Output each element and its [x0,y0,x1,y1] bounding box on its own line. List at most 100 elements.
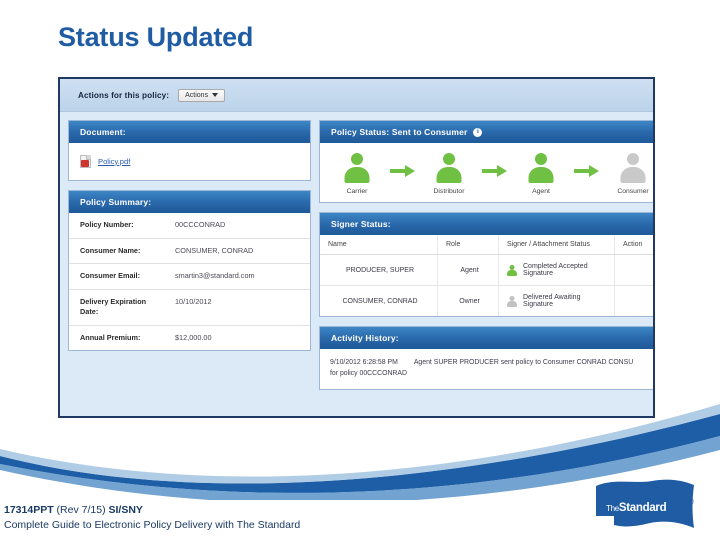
the-standard-logo: TheStandard ® [590,478,698,534]
signer-action[interactable] [614,254,653,286]
person-icon [342,153,372,183]
summary-label: Delivery Expiration Date: [80,296,147,317]
signer-status-panel-header: Signer Status: [320,213,653,235]
summary-value: smartin3@standard.com [175,271,255,281]
table-row: Consumer Email: smartin3@standard.com [69,264,310,290]
arrow-right-icon [390,153,416,183]
column-header-status: Signer / Attachment Status [498,235,615,255]
signer-name: PRODUCER, SUPER [320,254,438,286]
actions-dropdown-label: Actions [185,91,209,99]
footer-subtitle: Complete Guide to Electronic Policy Deli… [4,518,301,531]
activity-entry: 9/10/2012 6:28:58 PM Agent SUPER PRODUCER… [330,357,653,368]
right-column: Policy Status: Sent to Consumer i Carrie… [319,120,654,409]
policy-status-panel: Policy Status: Sent to Consumer i Carrie… [319,120,653,203]
policy-status-panel-header: Policy Status: Sent to Consumer i [320,121,653,143]
activity-text-continued: for policy 00CCCONRAD [330,370,407,378]
document-panel-title: Document: [80,127,126,137]
document-file-link[interactable]: Policy.pdf [98,157,130,166]
summary-value: $12,000.00 [175,332,212,342]
signer-status-panel-body: Name Role Signer / Attachment Status Act… [320,235,654,317]
actions-toolbar-label: Actions for this policy: [78,90,170,100]
signer-status-table: Name Role Signer / Attachment Status Act… [320,235,654,317]
arrow-right-icon [482,153,508,183]
summary-label: Consumer Name: [80,245,141,255]
left-column: Document: Policy.pdf Policy Summary: Pol… [68,120,311,409]
registered-mark: ® [689,500,694,506]
activity-history-panel: Activity History: 9/10/2012 6:28:58 PM Ag… [319,326,653,390]
summary-label: Consumer Email: [80,271,141,281]
summary-label: Annual Premium: [80,332,141,342]
policy-status-flow: Carrier Distributor Agent Consumer [320,143,653,202]
footer: 17314PPT (Rev 7/15) SI/SNY Complete Guid… [4,503,300,533]
info-icon[interactable]: i [473,127,483,137]
signer-status-cell: Completed Accepted Signature [498,254,615,286]
table-row: Policy Number: 00CCCONRAD [69,213,310,239]
footer-states: SI/SNY [108,504,143,516]
flow-node-consumer: Consumer [602,153,653,195]
policy-status-panel-title: Policy Status: Sent to Consumer [331,127,468,137]
signer-status-cell: Delivered Awaiting Signature [498,285,615,316]
arrow-right-icon [574,153,600,183]
policy-summary-panel-header: Policy Summary: [69,191,310,213]
application-screenshot-frame: Actions for this policy: Actions Documen… [58,77,655,418]
policy-status-panel-body: Carrier Distributor Agent Consumer [320,143,653,202]
document-panel-header: Document: [69,121,310,143]
table-row: CONSUMER, CONRAD Owner Delivered Awaitin… [320,285,654,317]
logo-prefix: The [606,504,619,513]
flow-node-carrier: Carrier [326,153,388,195]
flow-node-label: Agent [532,188,550,195]
policy-summary-panel-body: Policy Number: 00CCCONRAD Consumer Name:… [69,213,310,350]
document-panel-body: Policy.pdf [69,143,310,180]
signer-status-panel: Signer Status: Name Role Signer / Attach… [319,212,654,317]
flow-node-label: Distributor [433,188,465,195]
activity-text: Agent SUPER PRODUCER sent policy to Cons… [413,359,634,366]
summary-value: 00CCCONRAD [175,220,226,229]
table-row: PRODUCER, SUPER Agent Completed Accepted… [320,254,653,286]
signer-action[interactable] [615,286,654,317]
table-row: Consumer Name: CONSUMER, CONRAD [69,238,310,264]
summary-value: CONSUMER, CONRAD [175,245,254,255]
activity-timestamp: 9/10/2012 6:28:58 PM [330,359,398,366]
activity-history-panel-header: Activity History: [320,327,653,349]
flow-node-label: Consumer [617,188,649,195]
summary-label: Policy Number: [80,220,134,229]
actions-toolbar: Actions for this policy: Actions [60,79,653,112]
policy-summary-panel: Policy Summary: Policy Number: 00CCCONRA… [68,190,311,352]
signer-role: Agent [437,254,499,286]
flow-node-label: Carrier [346,188,368,195]
footer-code: 17314PPT [4,504,54,516]
person-icon [434,153,464,183]
page-title: Status Updated [58,22,254,52]
actions-dropdown-button[interactable]: Actions [178,88,226,102]
summary-value: 10/10/2012 [175,296,212,306]
logo-name: Standard [618,502,667,514]
signer-status-panel-title: Signer Status: [331,219,391,229]
footer-code-line: 17314PPT (Rev 7/15) SI/SNY [4,503,300,518]
column-header-role: Role [437,235,499,255]
table-row: Annual Premium: $12,000.00 [69,325,310,350]
document-panel: Document: Policy.pdf [68,120,311,181]
pdf-file-icon [80,154,91,168]
policy-summary-table: Policy Number: 00CCCONRAD Consumer Name:… [69,213,310,350]
document-row: Policy.pdf [69,143,310,180]
signature-status-icon [507,295,517,307]
logo-wordmark: TheStandard [606,502,667,514]
column-header-name: Name [320,235,438,255]
person-icon [618,153,648,183]
flow-node-agent: Agent [510,153,572,195]
column-header-action: Action [614,235,653,255]
flow-node-distributor: Distributor [418,153,480,195]
chevron-down-icon [212,93,219,97]
table-row: Delivery Expiration Date: 10/10/2012 [69,289,310,326]
table-header-row: Name Role Signer / Attachment Status Act… [320,235,653,255]
signer-status-text: Completed Accepted Signature [523,263,588,277]
signer-name: CONSUMER, CONRAD [320,285,438,316]
activity-history-panel-title: Activity History: [331,333,399,343]
signer-role: Owner [437,285,499,316]
footer-revision: (Rev 7/15) [53,504,109,516]
signature-status-icon [507,264,517,276]
activity-history-panel-body: 9/10/2012 6:28:58 PM Agent SUPER PRODUCER… [320,349,653,389]
policy-summary-panel-title: Policy Summary: [80,197,152,207]
person-icon [526,153,556,183]
screenshot-content: Document: Policy.pdf Policy Summary: Pol… [60,112,653,416]
